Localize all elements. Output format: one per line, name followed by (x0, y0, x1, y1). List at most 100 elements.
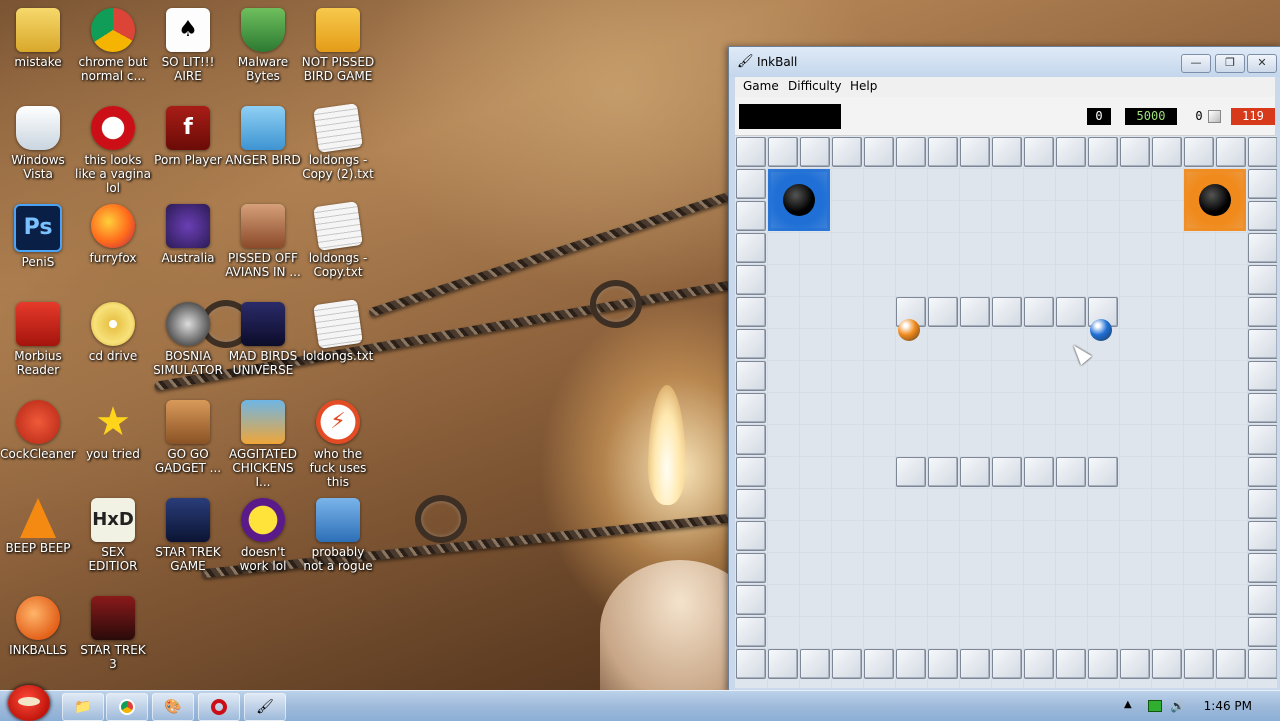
taskbar: 📁 🎨 🖌 ▲ 🔊 1:46 PM (0, 685, 1280, 721)
wall-block (1248, 201, 1277, 231)
clock[interactable]: 1:46 PM (1204, 699, 1252, 713)
desktop-icon-firefox[interactable]: furryfox (75, 204, 151, 265)
wall-block (960, 137, 990, 167)
desktop-icon-inkball[interactable]: INKBALLS (0, 596, 76, 657)
grid-line (863, 136, 864, 688)
grid-line (1119, 136, 1120, 688)
wall-block (1248, 361, 1277, 391)
desktop-icon-angry-birds-rio[interactable]: AGGITATED CHICKENS I... (225, 400, 301, 489)
wall-block (736, 201, 766, 231)
desktop-icon-ccleaner[interactable]: CockCleaner (0, 400, 76, 461)
close-button[interactable]: ✕ (1247, 54, 1277, 73)
taskbar-folder[interactable]: 📁 (62, 693, 104, 721)
desktop-icon-shield-check[interactable]: Malware Bytes (225, 8, 301, 83)
wall-block (1056, 649, 1086, 679)
taskbar-inkball[interactable]: 🖌 (244, 693, 286, 721)
grid-line (735, 552, 1277, 553)
volume-icon[interactable]: 🔊 (1170, 699, 1185, 713)
menu-game[interactable]: Game (743, 79, 779, 93)
grid-line (831, 136, 832, 688)
desktop-icon-recycle-bin[interactable]: Windows Vista (0, 106, 76, 181)
wall-block (992, 297, 1022, 327)
minimize-button[interactable]: — (1181, 54, 1211, 73)
wall-block (736, 649, 766, 679)
wall-block (1184, 137, 1214, 167)
desktop-icon-star[interactable]: ★ you tried (75, 400, 151, 461)
desktop-icon-briefcase[interactable]: GO GO GADGET ... (150, 400, 226, 475)
desktop-icon-gear-monitor[interactable]: probably not a rogue (300, 498, 376, 573)
desktop-icon-label: GO GO GADGET ... (154, 447, 222, 475)
desktop-icon-label: probably not a rogue (303, 545, 373, 573)
desktop-icon-text-file[interactable]: loldongs - Copy (2).txt (300, 103, 376, 181)
desktop-icon-label: Australia (161, 251, 215, 265)
taskbar-chrome[interactable] (106, 693, 148, 721)
score-bar: 0 5000 0 119 (735, 97, 1275, 136)
wall-block (1248, 169, 1277, 199)
desktop-icon-spider[interactable]: Australia (150, 204, 226, 265)
desktop-icon-label: PeniS (21, 255, 55, 269)
wall-block (736, 489, 766, 519)
desktop-icon-label: BEEP BEEP (5, 541, 71, 555)
show-hidden-icons[interactable]: ▲ (1124, 699, 1132, 710)
menu-bar: Game Difficulty Help (735, 77, 1275, 97)
desktop-icon-star-wars-2[interactable]: STAR TREK 3 (75, 596, 151, 671)
start-button[interactable] (8, 685, 50, 721)
inkball-icon: 🖌 (256, 699, 274, 715)
menu-difficulty[interactable]: Difficulty (788, 79, 842, 93)
desktop-icon-green-pig[interactable]: NOT PISSED BIRD GAME (300, 8, 376, 83)
grid-line (735, 488, 1277, 489)
photoshop-icon: Ps (14, 204, 62, 252)
wall-block (896, 649, 926, 679)
desktop-icon-lightning[interactable]: ⚡ who the fuck uses this (300, 400, 376, 489)
desktop-icon-folder-mistake[interactable]: mistake (0, 8, 76, 69)
desktop-icon-photoshop[interactable]: Ps PeniS (0, 204, 76, 269)
grid-line (1151, 136, 1152, 688)
orange-ball (898, 319, 920, 341)
desktop-icon-chrome[interactable]: chrome but normal c... (75, 8, 151, 83)
desktop-icon-angry-birds-seasons[interactable]: PISSED OFF AVIANS IN ... (225, 204, 301, 279)
desktop-icon-text-file[interactable]: loldongs.txt (300, 299, 376, 363)
menu-help[interactable]: Help (850, 79, 877, 93)
wall-block (1024, 457, 1054, 487)
wall-block (736, 233, 766, 263)
wall-block (1216, 649, 1246, 679)
wall-block (864, 137, 894, 167)
candle-flame (648, 385, 686, 505)
taskbar-paint[interactable]: 🎨 (152, 693, 194, 721)
desktop-icon-cards[interactable]: ♠ SO LIT!!! AIRE (150, 8, 226, 83)
desktop-icon-hxd[interactable]: HxD SEX EDITIOR (75, 498, 151, 573)
desktop-icon-angry-birds-space[interactable]: MAD BIRDS UNIVERSE (225, 302, 301, 377)
wall-block (1056, 137, 1086, 167)
desktop-icon-yahoo-messenger[interactable]: doesn't work lol (225, 498, 301, 573)
wall-block (1248, 329, 1277, 359)
angry-birds-rio-icon (241, 400, 285, 444)
title-bar[interactable]: 🖌 InkBall — ❐ ✕ (729, 47, 1280, 77)
grid-line (927, 136, 928, 688)
text-file-icon (313, 103, 363, 153)
ball-square-icon (1208, 110, 1221, 123)
desktop-icon-cd[interactable]: cd drive (75, 302, 151, 363)
desktop-icon-mine[interactable]: BOSNIA SIMULATOR (150, 302, 226, 377)
wall-block (1088, 137, 1118, 167)
desktop-icon-opera[interactable]: this looks like a vagina lol (75, 106, 151, 195)
wall-block (1248, 457, 1277, 487)
opera-icon (91, 106, 135, 150)
desktop-icon-pdf-reader[interactable]: Morbius Reader (0, 302, 76, 377)
desktop-icon-star-wars-birds[interactable]: STAR TREK GAME (150, 498, 226, 573)
game-board[interactable] (735, 136, 1277, 688)
wall-block (1248, 233, 1277, 263)
wall-block (1120, 137, 1150, 167)
grid-line (1023, 136, 1024, 688)
wall-block (1248, 425, 1277, 455)
ccleaner-icon (16, 400, 60, 444)
desktop-icon-label: BOSNIA SIMULATOR (153, 349, 223, 377)
taskbar-opera[interactable] (198, 693, 240, 721)
wall-block (736, 265, 766, 295)
desktop-icon-flash[interactable]: f Porn Player (150, 106, 226, 167)
network-icon[interactable] (1148, 700, 1162, 712)
desktop-icon-text-file[interactable]: loldongs - Copy.txt (300, 201, 376, 279)
desktop-icon-angry-bird[interactable]: ANGER BIRD (225, 106, 301, 167)
maximize-button[interactable]: ❐ (1215, 54, 1245, 73)
wall-block (1056, 297, 1086, 327)
desktop-icon-vlc-cone[interactable]: BEEP BEEP (0, 498, 76, 555)
